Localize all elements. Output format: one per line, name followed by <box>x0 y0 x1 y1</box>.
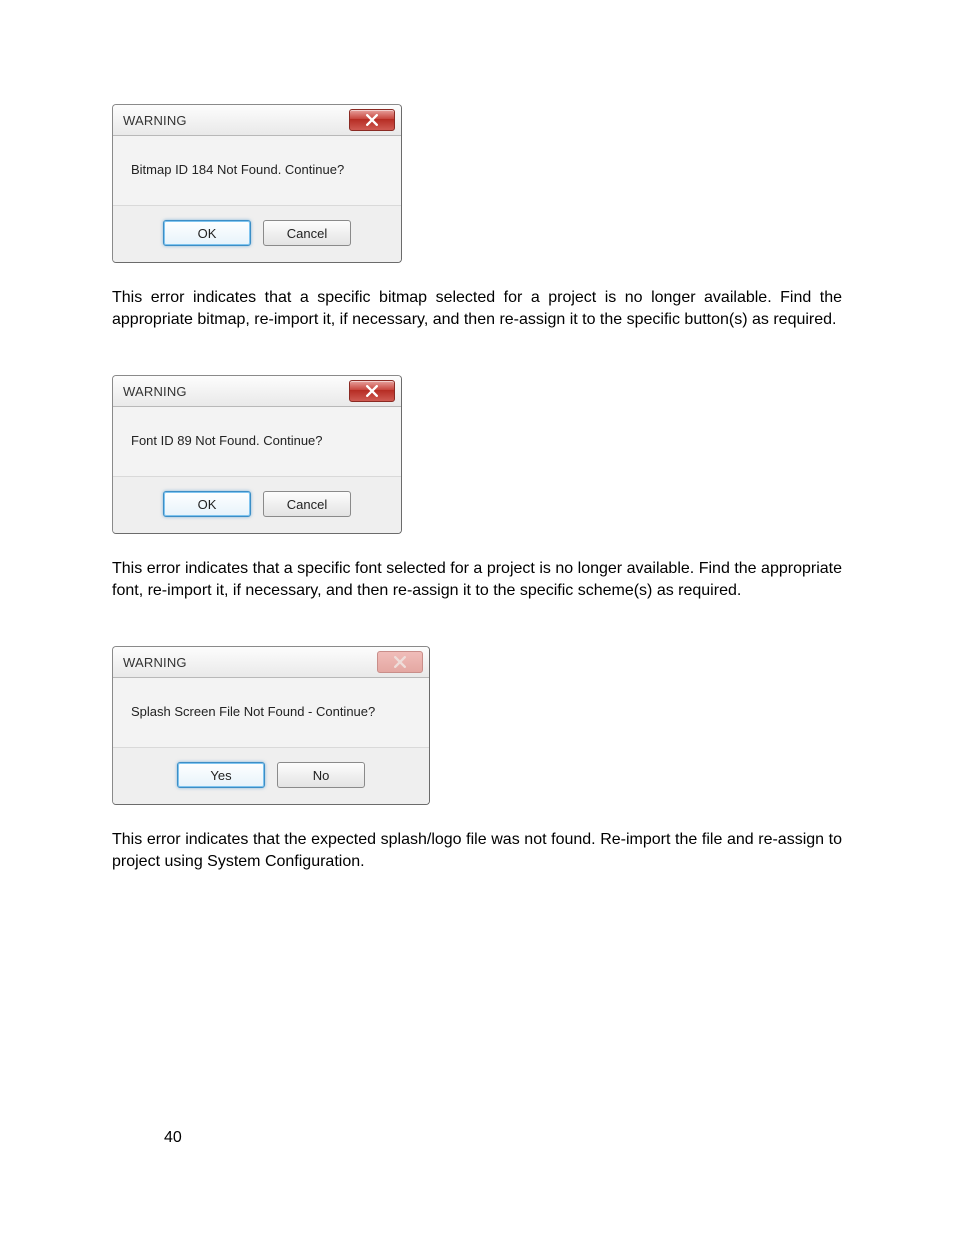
no-button[interactable]: No <box>277 762 365 788</box>
cancel-button[interactable]: Cancel <box>263 220 351 246</box>
dialog-title: WARNING <box>123 384 187 399</box>
dialog-titlebar[interactable]: WARNING <box>113 376 401 407</box>
warning-dialog-splash: WARNING Splash Screen File Not Found - C… <box>112 646 430 805</box>
dialog-title: WARNING <box>123 655 187 670</box>
close-icon[interactable] <box>349 109 395 131</box>
cancel-button[interactable]: Cancel <box>263 491 351 517</box>
explanation-paragraph: This error indicates that a specific bit… <box>112 287 842 331</box>
close-icon[interactable] <box>349 380 395 402</box>
document-page: WARNING Bitmap ID 184 Not Found. Continu… <box>0 0 954 1235</box>
dialog-message: Splash Screen File Not Found - Continue? <box>113 678 429 748</box>
dialog-button-row: OK Cancel <box>113 206 401 262</box>
dialog-button-row: Yes No <box>113 748 429 804</box>
dialog-titlebar[interactable]: WARNING <box>113 105 401 136</box>
warning-dialog-bitmap: WARNING Bitmap ID 184 Not Found. Continu… <box>112 104 402 263</box>
dialog-button-row: OK Cancel <box>113 477 401 533</box>
dialog-title: WARNING <box>123 113 187 128</box>
dialog-message: Font ID 89 Not Found. Continue? <box>113 407 401 477</box>
explanation-paragraph: This error indicates that the expected s… <box>112 829 842 873</box>
yes-button[interactable]: Yes <box>177 762 265 788</box>
dialog-message: Bitmap ID 184 Not Found. Continue? <box>113 136 401 206</box>
explanation-paragraph: This error indicates that a specific fon… <box>112 558 842 602</box>
dialog-titlebar[interactable]: WARNING <box>113 647 429 678</box>
close-icon <box>377 651 423 673</box>
ok-button[interactable]: OK <box>163 220 251 246</box>
page-number: 40 <box>164 1129 182 1147</box>
warning-dialog-font: WARNING Font ID 89 Not Found. Continue? … <box>112 375 402 534</box>
ok-button[interactable]: OK <box>163 491 251 517</box>
